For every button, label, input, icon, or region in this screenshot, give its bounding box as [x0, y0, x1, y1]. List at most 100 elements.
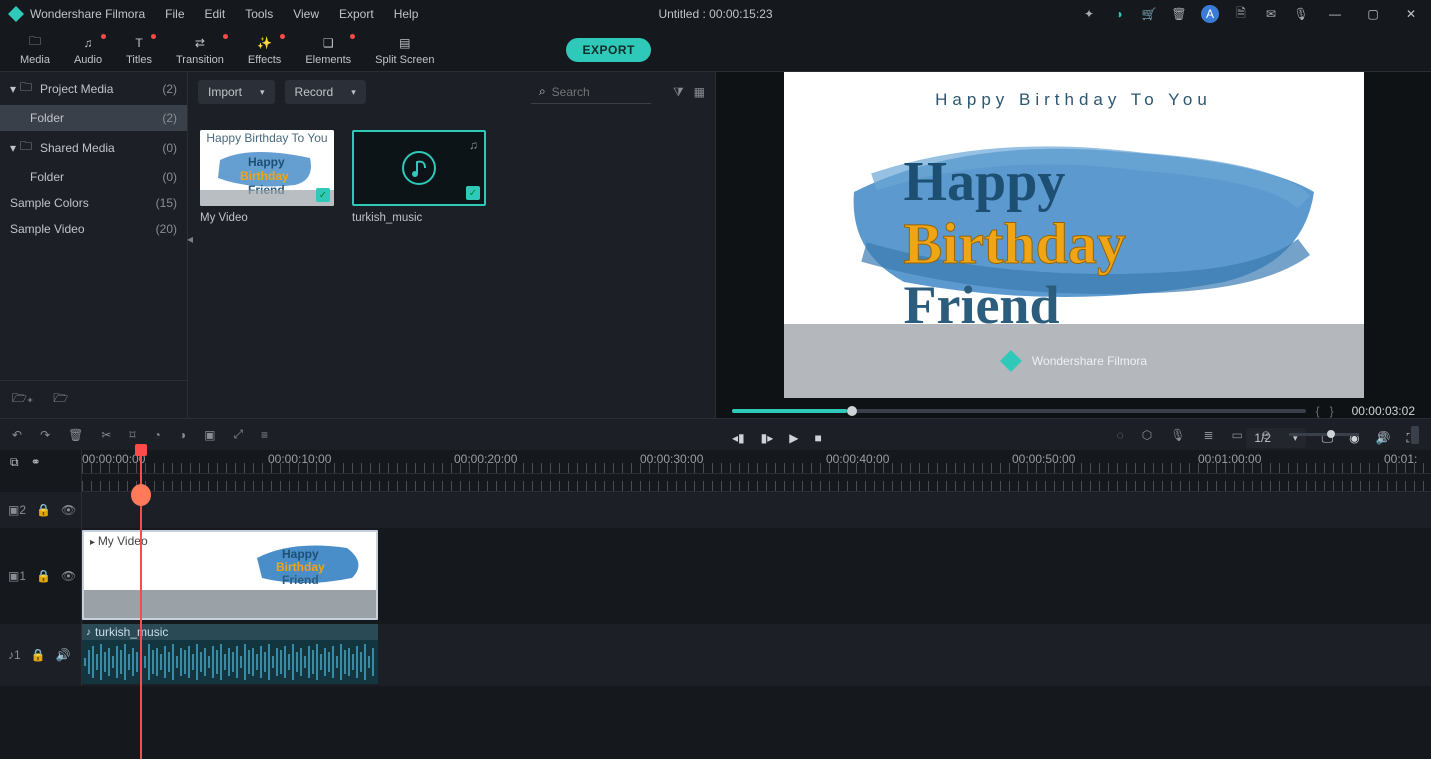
- undo-icon[interactable]: ↶: [12, 428, 22, 442]
- title-right: ✦ ◑ 🛒 🗑 A 🗎 ✉ 🎙 — ▢ ✕: [1081, 5, 1423, 23]
- track-video-label: ▣1: [8, 569, 26, 583]
- sidebar-item-project-media[interactable]: ▾ 🗀 Project Media (2): [0, 72, 187, 105]
- render-icon[interactable]: ◌: [1117, 428, 1124, 442]
- sidebar-item-shared-folder[interactable]: Folder (0): [0, 164, 187, 190]
- timeline-scrollbar-handle[interactable]: [1411, 426, 1419, 444]
- filter-icon[interactable]: ⧩: [673, 85, 684, 100]
- menu-view[interactable]: View: [293, 7, 319, 21]
- menu-export[interactable]: Export: [339, 7, 374, 21]
- track-fx-body[interactable]: [82, 492, 1431, 528]
- next-frame-button[interactable]: ▮▸: [761, 431, 774, 445]
- color-icon[interactable]: ◑: [179, 428, 186, 442]
- record-dropdown[interactable]: Record ▾: [285, 80, 366, 104]
- track-fx-head: ▣2 🔒 👁: [0, 492, 82, 528]
- lock-icon[interactable]: 🔒: [31, 648, 46, 662]
- account-icon[interactable]: A: [1201, 5, 1219, 23]
- text-icon: T: [130, 34, 148, 52]
- chain-icon[interactable]: ⚭: [31, 455, 41, 469]
- track-audio-body[interactable]: ♪ turkish_music: [82, 624, 1431, 686]
- folder-icon: 🗀: [26, 34, 44, 52]
- search-box[interactable]: ⌕: [531, 80, 651, 104]
- crop-icon[interactable]: ⌑: [129, 428, 135, 442]
- stop-button[interactable]: ■: [815, 431, 822, 445]
- eye-icon[interactable]: 👁: [61, 569, 76, 583]
- track-icon[interactable]: ▭: [1232, 428, 1243, 442]
- mixer-icon[interactable]: ≣: [1203, 428, 1213, 442]
- menu-help[interactable]: Help: [394, 7, 419, 21]
- audio-clip[interactable]: ♪ turkish_music: [82, 624, 378, 684]
- play-button[interactable]: ▶: [789, 431, 798, 445]
- mark-out-icon[interactable]: }: [1330, 404, 1334, 418]
- video-clip[interactable]: HappyBirthdayFriend ▸ My Video: [82, 530, 378, 620]
- greenscreen-icon[interactable]: ▣: [204, 428, 215, 442]
- sidebar-item-sample-video[interactable]: Sample Video (20): [0, 216, 187, 242]
- new-folder-plus-icon[interactable]: 🗁₊: [12, 389, 33, 410]
- sidebar-item-shared-media[interactable]: ▾ 🗀 Shared Media (0): [0, 131, 187, 164]
- redo-icon[interactable]: ↷: [40, 428, 50, 442]
- support-icon[interactable]: ◑: [1111, 6, 1127, 22]
- lock-icon[interactable]: 🔒: [36, 569, 51, 583]
- tab-transition[interactable]: ⇄Transition: [164, 32, 236, 68]
- tab-effects[interactable]: ✨Effects: [236, 32, 293, 68]
- track-video-body[interactable]: HappyBirthdayFriend ▸ My Video: [82, 528, 1431, 624]
- mark-in-icon[interactable]: {: [1316, 404, 1320, 418]
- zoom-slider[interactable]: [1289, 433, 1359, 436]
- zoom-in-icon[interactable]: ⊕: [1377, 428, 1387, 442]
- maximize-button[interactable]: ▢: [1361, 7, 1385, 21]
- scrub-knob[interactable]: [847, 406, 857, 416]
- transition-icon: ⇄: [191, 34, 209, 52]
- close-button[interactable]: ✕: [1399, 7, 1423, 21]
- zoom-out-icon[interactable]: ⊖: [1261, 428, 1271, 442]
- tab-splitscreen[interactable]: ▤Split Screen: [363, 32, 446, 68]
- playhead-cut-icon[interactable]: [131, 484, 151, 506]
- import-dropdown[interactable]: Import ▾: [198, 80, 275, 104]
- tab-audio[interactable]: ♫Audio: [62, 32, 114, 68]
- speaker-icon[interactable]: 🔊: [56, 648, 71, 662]
- mail-icon[interactable]: ✉: [1263, 6, 1279, 22]
- prev-frame-button[interactable]: ◂▮: [732, 431, 745, 445]
- tab-titles[interactable]: TTitles: [114, 32, 164, 68]
- shapes-icon: ❏: [319, 34, 337, 52]
- collapse-sidebar-icon[interactable]: ◂: [187, 232, 193, 246]
- export-button[interactable]: EXPORT: [566, 38, 650, 62]
- menu-file[interactable]: File: [165, 7, 184, 21]
- new-folder-icon[interactable]: 🗁: [53, 389, 68, 410]
- idea-icon[interactable]: ✦: [1081, 6, 1097, 22]
- playhead-handle[interactable]: [135, 444, 147, 456]
- zoom-knob[interactable]: [1327, 430, 1335, 438]
- menu-tools[interactable]: Tools: [245, 7, 273, 21]
- media-item-video[interactable]: Happy Birthday To YouHappyBirthdayFriend…: [200, 130, 334, 224]
- media-item-audio[interactable]: ♫ ✓ turkish_music: [352, 130, 486, 224]
- minimize-button[interactable]: —: [1323, 7, 1347, 21]
- sidebar-item-sample-colors[interactable]: Sample Colors (15): [0, 190, 187, 216]
- expand-icon[interactable]: ⤢: [233, 427, 243, 442]
- tab-media[interactable]: 🗀Media: [8, 32, 62, 68]
- voiceover-icon[interactable]: 🎙: [1170, 428, 1185, 442]
- trash-icon[interactable]: 🗑: [1171, 6, 1187, 22]
- chevron-down-icon: ▾: [351, 87, 356, 98]
- lock-icon[interactable]: 🔒: [36, 503, 51, 517]
- save-icon[interactable]: 🗎: [1233, 6, 1249, 22]
- cut-icon[interactable]: ✂: [101, 428, 111, 442]
- search-input[interactable]: [552, 85, 632, 99]
- delete-icon[interactable]: 🗑: [68, 428, 83, 442]
- media-panel: Import ▾ Record ▾ ⌕ ⧩ ▦ Happy Birthday T…: [188, 72, 716, 418]
- preview-canvas[interactable]: Happy Birthday To You Happy Birthday Fri…: [716, 72, 1431, 398]
- timeline-ruler[interactable]: 00:00:00:00 00:00:10:00 00:00:20:00 00:0…: [82, 450, 1431, 474]
- mic-icon[interactable]: 🎙: [1293, 6, 1309, 22]
- marker-icon[interactable]: ⬡: [1142, 428, 1152, 442]
- ruler-ticks: [82, 463, 1431, 473]
- track-video-head: ▣1 🔒 👁: [0, 528, 82, 624]
- speed-icon[interactable]: ◔: [154, 428, 161, 442]
- cart-icon[interactable]: 🛒: [1141, 6, 1157, 22]
- eye-icon[interactable]: 👁: [61, 503, 76, 517]
- playhead[interactable]: [140, 450, 142, 759]
- link-icon[interactable]: ⧉: [10, 455, 19, 470]
- tab-elements[interactable]: ❏Elements: [293, 32, 363, 68]
- grid-view-icon[interactable]: ▦: [694, 85, 705, 99]
- settings-icon[interactable]: ≡: [261, 428, 268, 442]
- scrub-bar[interactable]: [732, 409, 1306, 413]
- menu-edit[interactable]: Edit: [205, 7, 226, 21]
- document-title: Untitled : 00:00:15:23: [658, 7, 772, 21]
- sidebar-item-folder[interactable]: Folder (2): [0, 105, 187, 131]
